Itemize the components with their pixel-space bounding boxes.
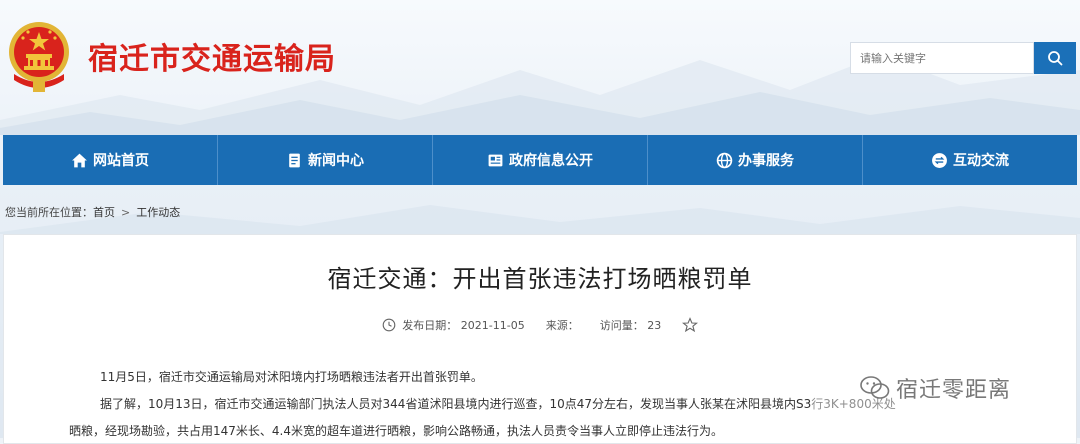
article-panel: 宿迁交通：开出首张违法打场晒粮罚单 发布日期： 2021-11-05 来源： 访…: [3, 234, 1077, 444]
article-paragraph: 晒粮，经现场勘验，共占用147米长、4.4米宽的超车道进行晒粮，影响公路畅通，执…: [69, 424, 723, 438]
nav-item-interaction[interactable]: 互动交流: [863, 135, 1077, 185]
clock-icon: [382, 318, 396, 332]
nav-item-gov-info[interactable]: 政府信息公开: [433, 135, 648, 185]
globe-icon: [716, 152, 733, 168]
article-title: 宿迁交通：开出首张违法打场晒粮罚单: [327, 265, 753, 293]
nav-item-label: 政府信息公开: [509, 153, 593, 169]
article-paragraph: 11月5日，宿迁市交通运输局对沭阳境内打场晒粮违法者开出首张罚单。: [100, 370, 483, 384]
nav-item-news[interactable]: 新闻中心: [218, 135, 433, 185]
newspaper-icon: [488, 154, 503, 166]
nav-item-label: 办事服务: [738, 153, 794, 169]
breadcrumb-prefix: 您当前所在位置：: [5, 206, 93, 219]
exchange-icon: [932, 152, 947, 168]
document-icon: [289, 153, 300, 167]
views-count: 23: [647, 318, 662, 332]
article-meta: 发布日期： 2021-11-05 来源： 访问量： 23: [4, 317, 1076, 333]
publish-date: 2021-11-05: [460, 318, 525, 332]
main-nav: 网站首页 新闻中心 政府信息公开 办事服务 互动交流: [3, 135, 1077, 185]
nav-item-home[interactable]: 网站首页: [3, 135, 218, 185]
nav-item-services[interactable]: 办事服务: [648, 135, 863, 185]
wechat-icon: [860, 376, 890, 399]
nav-item-label: 新闻中心: [308, 153, 364, 169]
breadcrumb-separator: >: [121, 206, 131, 219]
article-paragraph-text: 据了解，10月13日，宿迁市交通运输部门执法人员对344省道沭阳县境内进行巡查，…: [100, 397, 812, 411]
breadcrumb-home-link[interactable]: 首页: [93, 204, 115, 220]
site-title[interactable]: 宿迁市交通运输局: [88, 34, 336, 78]
views-label: 访问量：: [599, 319, 644, 332]
nav-item-label: 网站首页: [93, 153, 149, 169]
search-button[interactable]: [1034, 42, 1076, 74]
watermark-text: 宿迁零距离: [896, 378, 1012, 403]
watermark: 宿迁零距离: [860, 372, 1011, 404]
search-input[interactable]: [850, 42, 1034, 74]
star-icon[interactable]: [682, 317, 699, 333]
national-emblem-icon[interactable]: [6, 18, 72, 94]
breadcrumb-current[interactable]: 工作动态: [136, 204, 180, 220]
publish-date-label: 发布日期：: [402, 319, 458, 332]
source-label: 来源：: [545, 319, 579, 332]
home-icon: [72, 153, 87, 167]
site-header: 宿迁市交通运输局: [0, 0, 1080, 135]
search-icon: [1048, 51, 1063, 66]
nav-item-label: 互动交流: [953, 153, 1009, 169]
article-paragraph: 据了解，10月13日，宿迁市交通运输部门执法人员对344省道沭阳县境内进行巡查，…: [100, 395, 896, 412]
breadcrumb: 您当前所在位置：首页 > 工作动态: [5, 204, 180, 220]
